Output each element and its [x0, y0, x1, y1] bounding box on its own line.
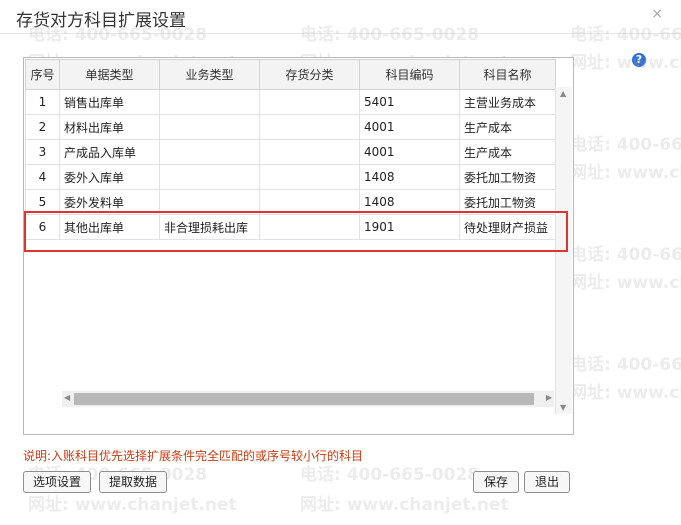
cell-business-type[interactable] [159, 164, 260, 190]
column-header-subject-name[interactable]: 科目名称 [459, 59, 556, 90]
title-divider [0, 33, 681, 34]
cell-subject-name: 生产成本 [459, 114, 556, 140]
column-header-business-type[interactable]: 业务类型 [159, 59, 260, 90]
close-icon[interactable]: × [651, 6, 663, 22]
watermark-site: 网址: www.chanjet.net [570, 383, 681, 403]
watermark-phone: 电话: 400-665-0028 [570, 245, 681, 265]
cell-business-type[interactable] [159, 114, 260, 140]
scroll-left-icon[interactable]: ◀ [64, 393, 70, 402]
cell-index: 2 [25, 114, 60, 140]
watermark-phone: 电话: 400-665-0028 [570, 135, 681, 155]
scroll-down-icon[interactable]: ▼ [560, 403, 566, 412]
cell-inventory-class[interactable] [259, 164, 360, 190]
table-header-row: 序号 单据类型 业务类型 存货分类 科目编码 科目名称 [25, 59, 556, 90]
watermark-site: 网址: www.chanjet.net [28, 495, 237, 515]
scroll-right-icon[interactable]: ▶ [546, 393, 552, 402]
cell-index: 1 [25, 89, 60, 115]
watermark-site: 网址: www.chanjet.net [570, 273, 681, 293]
table-row[interactable]: 2 材料出库单 4001 生产成本 [25, 114, 556, 140]
cell-inventory-class[interactable] [259, 89, 360, 115]
cell-doc-type[interactable]: 销售出库单 [59, 89, 160, 115]
explanation-note: 说明:入账科目优先选择扩展条件完全匹配的或序号较小行的科目 [23, 449, 364, 463]
cell-subject-code[interactable]: 5401 [359, 89, 460, 115]
cell-doc-type[interactable]: 材料出库单 [59, 114, 160, 140]
dialog: 存货对方科目扩展设置 × ? 电话: 400-665-0028 电话: 400-… [0, 0, 681, 525]
cell-subject-code[interactable]: 4001 [359, 114, 460, 140]
table-row[interactable]: 4 委外入库单 1408 委托加工物资 [25, 164, 556, 190]
table-row[interactable]: 3 产成品入库单 4001 生产成本 [25, 139, 556, 165]
cell-business-type[interactable] [159, 89, 260, 115]
cell-subject-name: 主营业务成本 [459, 89, 556, 115]
cell-doc-type[interactable]: 委外入库单 [59, 164, 160, 190]
cell-subject-name: 委托加工物资 [459, 164, 556, 190]
cell-index: 3 [25, 139, 60, 165]
watermark-site: 网址: www.chanjet.net [570, 53, 681, 73]
cell-subject-code[interactable]: 1408 [359, 164, 460, 190]
table-row[interactable]: 1 销售出库单 5401 主营业务成本 [25, 89, 556, 115]
options-button[interactable]: 选项设置 [23, 471, 91, 493]
cell-inventory-class[interactable] [259, 139, 360, 165]
column-header-subject-code[interactable]: 科目编码 [359, 59, 460, 90]
watermark-phone: 电话: 400-665-0028 [570, 355, 681, 375]
scroll-up-icon[interactable]: ▲ [560, 89, 566, 98]
horizontal-scrollbar[interactable]: ◀ ▶ [62, 391, 554, 407]
column-header-inventory-class[interactable]: 存货分类 [259, 59, 360, 90]
cell-inventory-class[interactable] [259, 114, 360, 140]
column-header-index[interactable]: 序号 [25, 59, 60, 90]
exit-button[interactable]: 退出 [524, 471, 570, 493]
cell-index: 4 [25, 164, 60, 190]
watermark-site: 网址: www.chanjet.net [570, 163, 681, 183]
cell-business-type[interactable] [159, 139, 260, 165]
fetch-data-button[interactable]: 提取数据 [99, 471, 167, 493]
column-header-doc-type[interactable]: 单据类型 [59, 59, 160, 90]
cell-doc-type[interactable]: 产成品入库单 [59, 139, 160, 165]
cell-subject-name: 生产成本 [459, 139, 556, 165]
save-button[interactable]: 保存 [473, 471, 519, 493]
watermark-site: 网址: www.chanjet.net [300, 495, 509, 515]
highlight-box [24, 211, 568, 252]
dialog-title: 存货对方科目扩展设置 [16, 11, 186, 31]
help-icon[interactable]: ? [632, 53, 646, 67]
horizontal-scroll-thumb[interactable] [74, 393, 534, 405]
cell-subject-code[interactable]: 4001 [359, 139, 460, 165]
